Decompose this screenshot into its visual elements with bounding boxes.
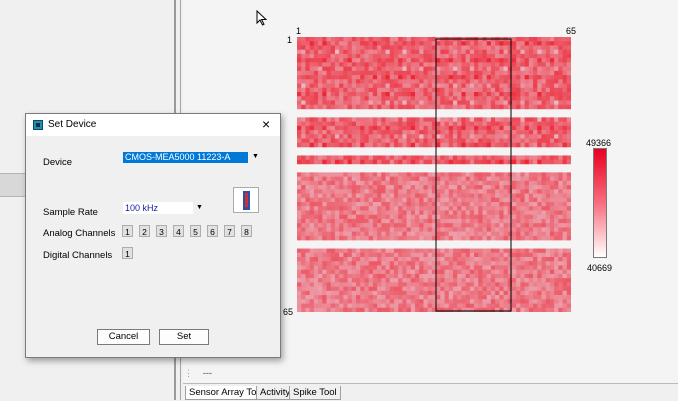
analog-channel-button[interactable]: 3 xyxy=(156,225,167,237)
analog-channel-button[interactable]: 6 xyxy=(207,225,218,237)
chevron-down-icon[interactable]: ▼ xyxy=(252,153,259,160)
analog-channel-button[interactable]: 8 xyxy=(241,225,252,237)
x-axis-end-label: 65 xyxy=(566,26,577,36)
digital-channel-button[interactable]: 1 xyxy=(122,247,133,259)
sample-rate-select[interactable]: 100 kHz xyxy=(123,202,193,214)
colorbar xyxy=(593,148,607,258)
set-button[interactable]: Set xyxy=(159,329,209,345)
dialog-titlebar[interactable]: Set Device × xyxy=(26,114,280,136)
colorbar-max-label: 49366 xyxy=(586,138,612,148)
tab-spike-tool[interactable]: Spike Tool xyxy=(289,386,341,400)
analog-channel-button[interactable]: 4 xyxy=(173,225,184,237)
analog-channel-button[interactable]: 1 xyxy=(122,225,133,237)
x-axis-start-label: 1 xyxy=(296,26,302,36)
mouse-cursor-icon xyxy=(256,10,268,26)
dialog-title: Set Device xyxy=(48,119,97,130)
sample-rate-label: Sample Rate xyxy=(43,207,98,218)
y-axis-start-label: 1 xyxy=(287,35,293,45)
device-chip-icon xyxy=(233,187,259,213)
set-device-dialog: Set Device × Device CMOS-MEA5000 11223-A… xyxy=(25,113,281,358)
colorbar-min-label: 40669 xyxy=(587,263,613,273)
digital-channels-label: Digital Channels xyxy=(43,250,113,261)
analog-channel-button[interactable]: 5 xyxy=(190,225,201,237)
y-axis-end-label: 65 xyxy=(283,307,294,317)
chevron-down-icon[interactable]: ▼ xyxy=(196,204,203,211)
heatmap-canvas[interactable] xyxy=(297,37,571,312)
device-label: Device xyxy=(43,157,73,168)
app-icon xyxy=(33,120,43,130)
cancel-button[interactable]: Cancel xyxy=(97,329,150,345)
close-icon[interactable]: × xyxy=(262,116,270,132)
sensor-heatmap[interactable] xyxy=(297,37,571,312)
analog-channel-button[interactable]: 7 xyxy=(224,225,235,237)
device-select[interactable]: CMOS-MEA5000 11223-A xyxy=(123,152,248,163)
status-placeholder: ⋮ --- xyxy=(184,368,213,378)
tool-tabs: Sensor Array Tool Activity Spike Tool xyxy=(183,383,678,401)
analog-channel-button[interactable]: 2 xyxy=(139,225,150,237)
analog-channels-label: Analog Channels xyxy=(43,228,116,239)
